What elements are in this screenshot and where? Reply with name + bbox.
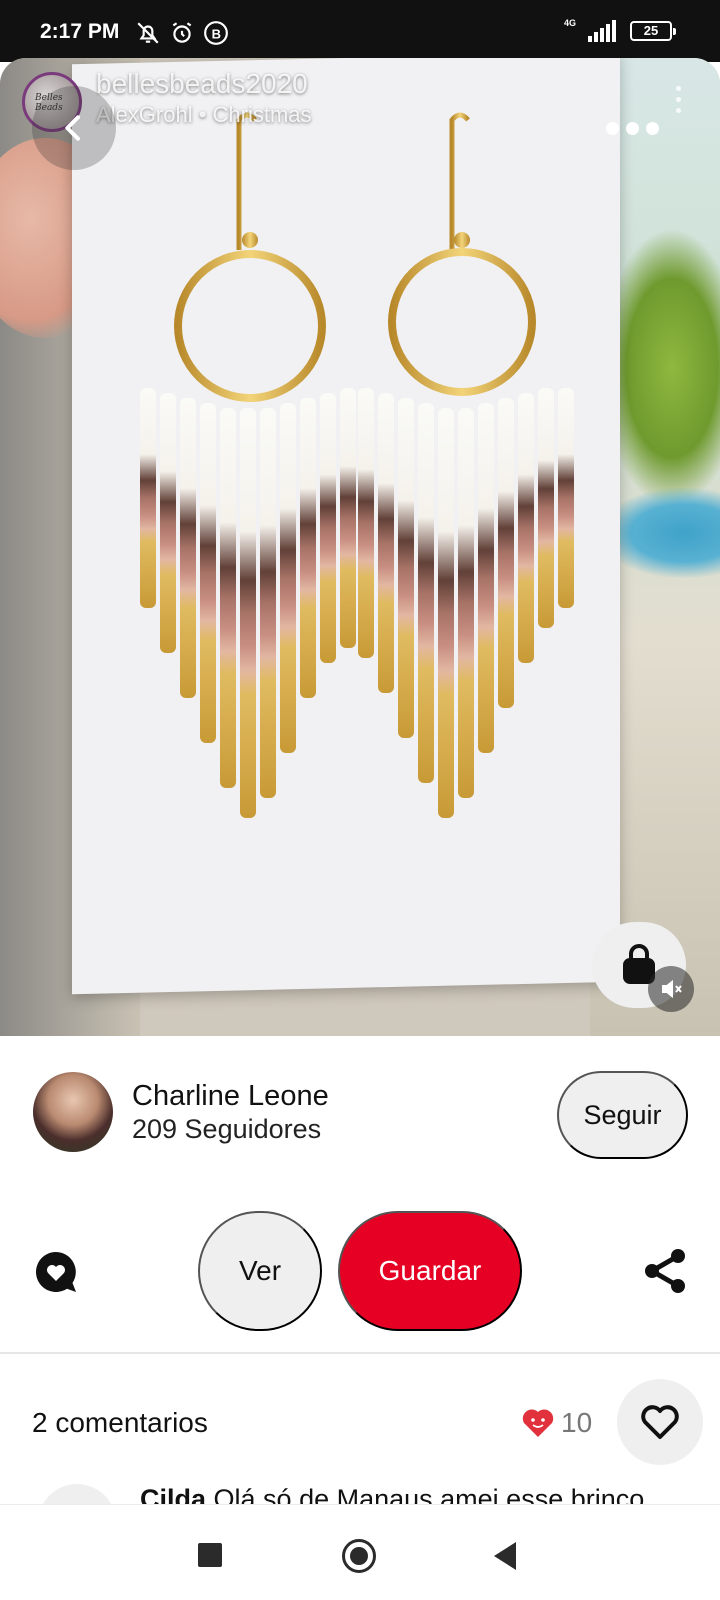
- comment-heart-icon: [35, 1252, 76, 1292]
- battery-icon: 25: [630, 21, 676, 41]
- system-nav-bar: [0, 1504, 720, 1600]
- status-bar: 2:17 PM B 4G 25: [0, 0, 720, 62]
- comment-text: Cilda Olá só de Manaus amei esse brinco: [140, 1484, 644, 1504]
- mute-icon: [662, 979, 682, 999]
- creator-followers: 209 Seguidores: [132, 1114, 322, 1144]
- comment-button[interactable]: [32, 1248, 80, 1296]
- back-button[interactable]: [32, 86, 116, 170]
- board-subtitle[interactable]: AlexGrohl • Christmas: [96, 102, 312, 128]
- comment-author[interactable]: Cilda: [140, 1484, 206, 1504]
- commenter-avatar[interactable]: [38, 1484, 116, 1504]
- status-notification-icons: B: [135, 20, 229, 46]
- heart-outline-icon: [641, 1405, 679, 1439]
- like-button[interactable]: [617, 1379, 703, 1465]
- back-arrow-icon: [65, 115, 80, 141]
- creator-avatar[interactable]: [33, 1072, 113, 1152]
- earring-left: [140, 112, 356, 818]
- save-button[interactable]: Guardar: [338, 1211, 522, 1331]
- home-icon[interactable]: [342, 1539, 376, 1573]
- earrings-illustration: [140, 112, 574, 818]
- section-divider: [0, 1352, 720, 1354]
- share-button[interactable]: [640, 1246, 690, 1296]
- earring-right: [358, 112, 574, 818]
- follow-button[interactable]: Seguir: [557, 1071, 688, 1159]
- b-badge-icon: B: [204, 21, 228, 45]
- overflow-menu-icon[interactable]: [676, 86, 681, 113]
- view-button[interactable]: Ver: [198, 1211, 322, 1331]
- bell-off-icon: [137, 22, 159, 44]
- board-owner[interactable]: bellesbeads2020: [96, 68, 308, 100]
- status-time: 2:17 PM: [40, 20, 120, 43]
- pin-image[interactable]: [0, 58, 720, 1036]
- share-icon: [645, 1249, 685, 1293]
- pin-overlay-header: Belles Beads bellesbeads2020 AlexGrohl •…: [0, 58, 720, 178]
- alarm-icon: [172, 22, 192, 43]
- more-icon: [606, 122, 619, 135]
- more-button[interactable]: [606, 122, 659, 135]
- back-nav-icon[interactable]: [494, 1542, 516, 1570]
- recents-icon[interactable]: [198, 1543, 222, 1567]
- comments-count[interactable]: 2 comentarios: [32, 1407, 208, 1439]
- battery-level: 25: [643, 23, 659, 38]
- comment-preview[interactable]: Cilda Olá só de Manaus amei esse brinco: [0, 1478, 720, 1504]
- heart-reaction-icon: [522, 1409, 554, 1437]
- mute-button[interactable]: [648, 966, 694, 1012]
- status-right-icons: 4G 25: [563, 18, 676, 42]
- signal-icon: [588, 20, 616, 42]
- comment-body: Olá só de Manaus amei esse brinco: [213, 1484, 645, 1504]
- network-label: 4G: [563, 18, 576, 28]
- reaction-count: 10: [561, 1407, 593, 1438]
- creator-name[interactable]: Charline Leone: [132, 1080, 329, 1113]
- svg-text:B: B: [212, 26, 221, 41]
